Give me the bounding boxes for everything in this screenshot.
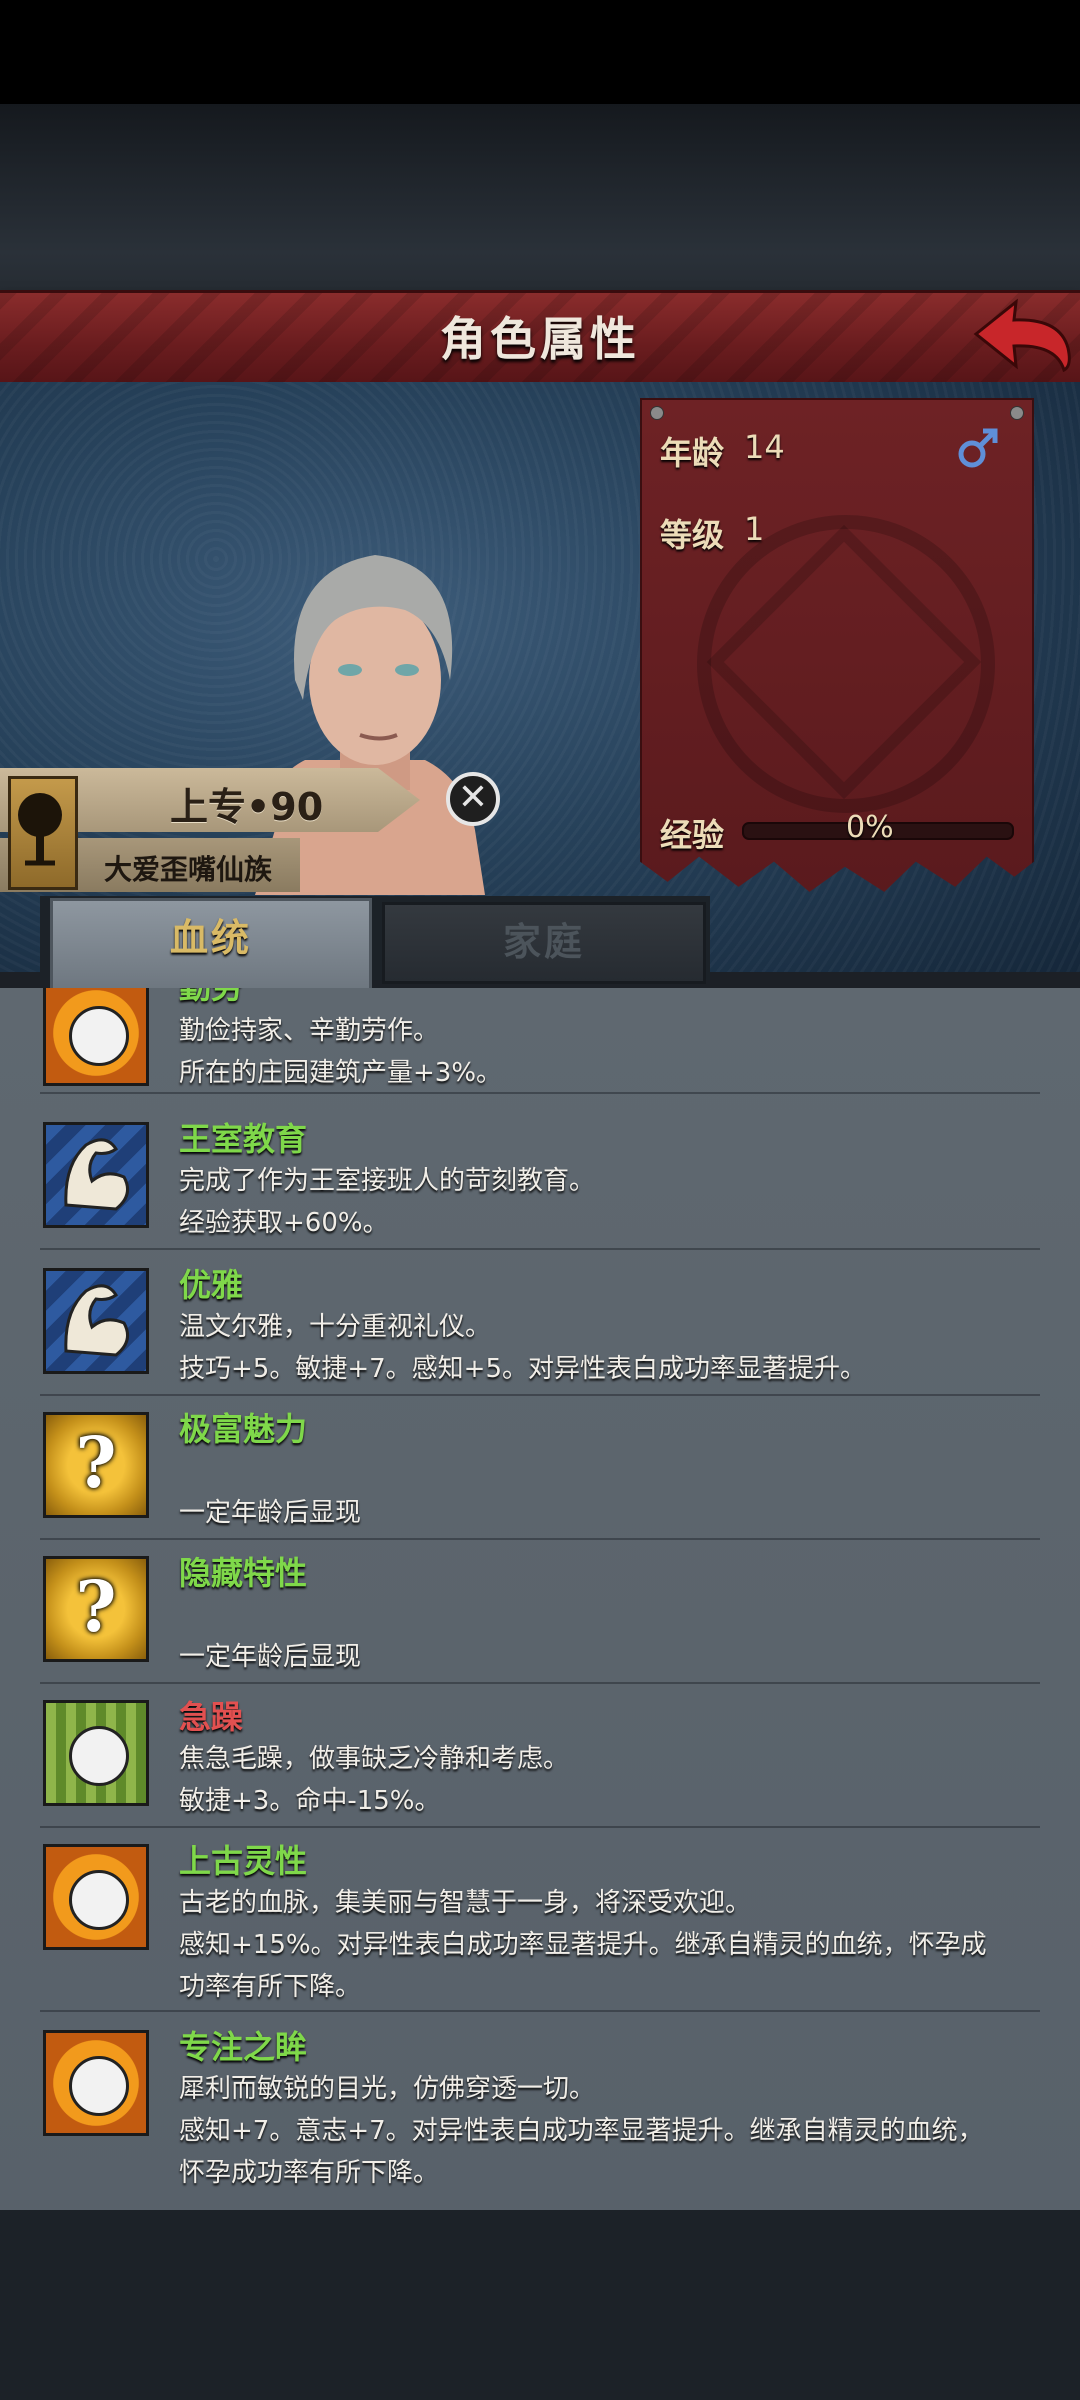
tab-bloodline[interactable]: 血统: [50, 898, 372, 994]
sad-face-icon: [43, 1700, 149, 1806]
divider: [40, 1248, 1040, 1250]
trait-name: 王室教育: [179, 1120, 308, 1158]
trait-effect: 感知+7。意志+7。对异性表白成功率显著提升。继承自精灵的血统，: [179, 2116, 984, 2146]
trait-desc: 古老的血脉，集美丽与智慧于一身，将深受欢迎。: [179, 1888, 752, 1918]
page-title: 角色属性: [440, 312, 640, 366]
character-name: 上专•90: [170, 785, 324, 829]
back-arrow-icon[interactable]: [968, 296, 1074, 374]
trait-desc: 焦急毛躁，做事缺乏冷静和考虑。: [179, 1744, 570, 1774]
tree-crest-icon: [8, 776, 78, 890]
trait-name: 隐藏特性: [179, 1554, 308, 1592]
trait-desc: 勤俭持家、辛勤劳作。: [179, 1016, 440, 1046]
background-top: [0, 104, 1080, 290]
happy-sun-icon: [43, 2030, 149, 2136]
trait-name: 优雅: [179, 1266, 244, 1304]
trait-desc: 一定年龄后显现: [179, 1642, 362, 1672]
exp-percent: 0%: [846, 810, 894, 845]
trait-effect: 敏捷+3。命中-15%。: [179, 1786, 441, 1816]
happy-sun-icon: [43, 1844, 149, 1950]
divider: [40, 2010, 1040, 2012]
question-mark-icon: ?: [43, 1412, 149, 1518]
trait-name: 勤劳: [179, 988, 243, 1008]
trait-name: 极富魅力: [179, 1410, 308, 1448]
divider: [40, 1826, 1040, 1828]
trait-effect: 经验获取+60%。: [179, 1208, 389, 1238]
flexed-arm-icon: [43, 1122, 149, 1228]
divider: [40, 1538, 1040, 1540]
trait-effect: 所在的庄园建筑产量+3%。: [179, 1058, 503, 1088]
trait-effect: 技巧+5。敏捷+7。感知+5。对异性表白成功率显著提升。: [179, 1354, 866, 1384]
age-value: 14: [744, 428, 785, 466]
trait-desc: 犀利而敏锐的目光，仿佛穿透一切。: [179, 2074, 596, 2104]
divider: [40, 1092, 1040, 1094]
trait-desc: 完成了作为王室接班人的苛刻教育。: [179, 1166, 596, 1196]
divider: [40, 1394, 1040, 1396]
trait-name: 急躁: [179, 1698, 244, 1736]
flexed-arm-icon: [43, 1268, 149, 1374]
trait-desc: 温文尔雅，十分重视礼仪。: [179, 1312, 492, 1342]
trait-name: 专注之眸: [179, 2028, 308, 2066]
close-icon[interactable]: ✕: [446, 772, 500, 826]
happy-sun-icon: [43, 988, 149, 1086]
title-bar: 角色属性: [0, 290, 1080, 390]
exp-label: 经验: [660, 816, 725, 854]
age-label: 年龄: [660, 434, 725, 472]
rivet-left: [650, 406, 664, 420]
trait-list[interactable]: 勤劳 勤俭持家、辛勤劳作。 所在的庄园建筑产量+3%。 王室教育 完成了作为王室…: [0, 988, 1080, 2210]
bottom-background: [0, 2210, 1080, 2400]
level-label: 等级: [660, 516, 725, 554]
trait-name: 上古灵性: [179, 1842, 308, 1880]
trait-desc: 一定年龄后显现: [179, 1498, 362, 1528]
male-gender-icon: [958, 428, 998, 468]
trait-effect: 感知+15%。对异性表白成功率显著提升。继承自精灵的血统，怀孕成: [179, 1930, 987, 1960]
level-value: 1: [744, 510, 765, 548]
question-mark-icon: ?: [43, 1556, 149, 1662]
trait-effect-cont: 功率有所下降。: [179, 1972, 362, 2002]
tab-family[interactable]: 家庭: [382, 902, 706, 984]
trait-effect-cont: 怀孕成功率有所下降。: [179, 2158, 440, 2188]
rivet-right: [1010, 406, 1024, 420]
clan-name: 大爱歪嘴仙族: [104, 853, 273, 886]
status-bar: [0, 0, 1080, 104]
divider: [40, 1682, 1040, 1684]
